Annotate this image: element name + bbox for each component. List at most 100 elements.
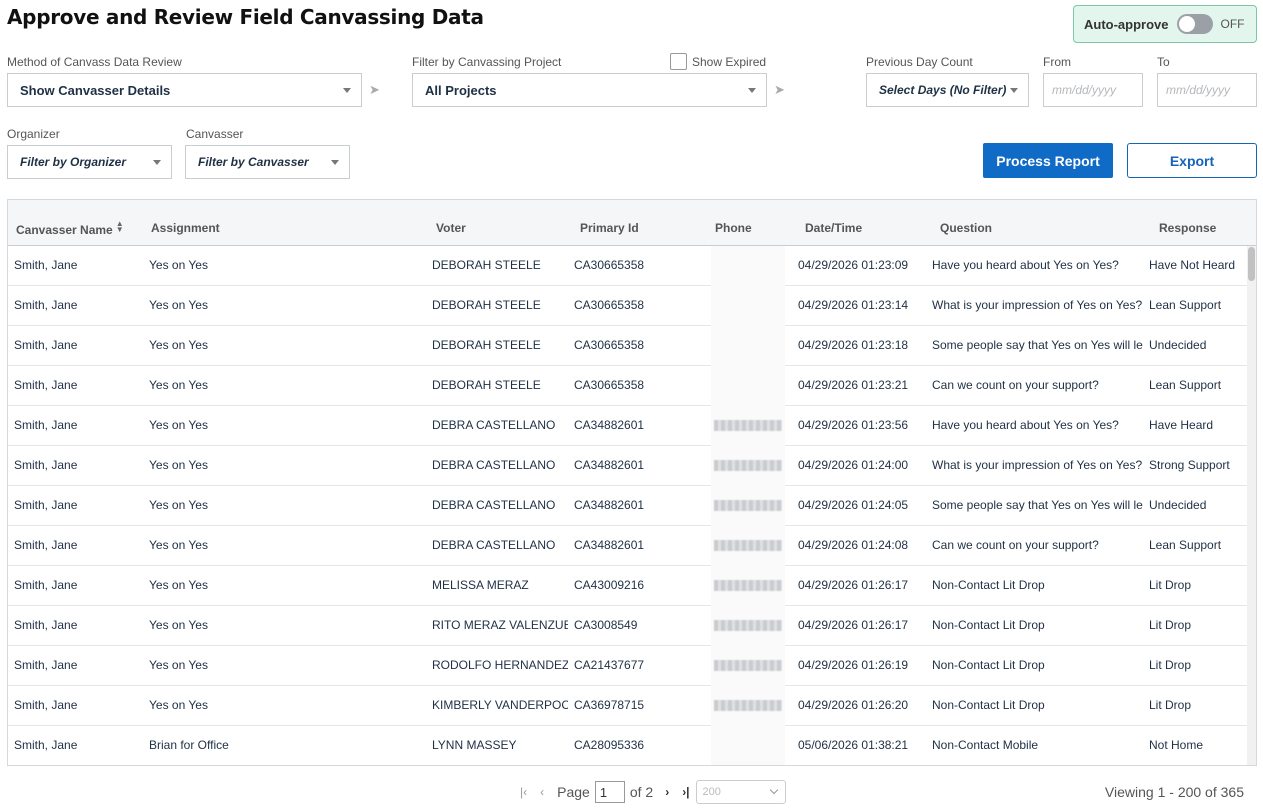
- cell-assignment: Yes on Yes: [149, 618, 208, 632]
- cell-response: Lean Support: [1149, 298, 1222, 312]
- cell-response: Lit Drop: [1149, 658, 1192, 672]
- prev-page-icon[interactable]: ‹: [540, 785, 544, 799]
- table-row[interactable]: Smith, Jane Yes on Yes RODOLFO HERNANDEZ CA…: [8, 646, 1248, 686]
- table-row[interactable]: Smith, Jane Yes on Yes MELISSA MERAZ CA4300…: [8, 566, 1248, 606]
- cell-primary-id: CA28095336: [574, 738, 645, 752]
- cell-question: Non-Contact Lit Drop: [932, 618, 1045, 632]
- project-label: Filter by Canvassing Project: [412, 55, 562, 69]
- cell-voter: DEBRA CASTELLANO: [432, 458, 556, 472]
- last-page-icon[interactable]: ›|: [682, 785, 689, 799]
- column-header-datetime[interactable]: Date/Time: [805, 221, 862, 235]
- column-header-voter[interactable]: Voter: [436, 221, 466, 235]
- cell-assignment: Yes on Yes: [149, 538, 208, 552]
- table-row[interactable]: Smith, Jane Yes on Yes DEBRA CASTELLANO CA3…: [8, 486, 1248, 526]
- cell-assignment: Yes on Yes: [149, 298, 208, 312]
- pin-icon[interactable]: ➤: [774, 82, 785, 98]
- chevron-down-icon: [153, 160, 161, 165]
- page-size-select[interactable]: 200: [695, 780, 786, 804]
- redacted-phone: [714, 580, 782, 591]
- column-header-question[interactable]: Question: [940, 221, 992, 235]
- cell-assignment: Yes on Yes: [149, 498, 208, 512]
- cell-assignment: Yes on Yes: [149, 658, 208, 672]
- cell-response: Lean Support: [1149, 538, 1222, 552]
- grid-header: Canvasser Name ▲ ▼ Assignment Voter Primar…: [8, 200, 1256, 246]
- auto-approve-state: OFF: [1220, 17, 1245, 31]
- auto-approve-label: Auto-approve: [1084, 16, 1169, 32]
- table-row[interactable]: Smith, Jane Yes on Yes DEBORAH STEELE CA306…: [8, 286, 1248, 326]
- cell-primary-id: CA30665358: [574, 298, 645, 312]
- cell-question: Non-Contact Lit Drop: [932, 578, 1045, 592]
- process-report-button[interactable]: Process Report: [983, 143, 1113, 178]
- toggle-knob: [1178, 16, 1195, 32]
- organizer-select[interactable]: Filter by Organizer: [7, 145, 172, 179]
- cell-response: Lit Drop: [1149, 618, 1192, 632]
- table-row[interactable]: Smith, Jane Yes on Yes RITO MERAZ VALENZUE…: [8, 606, 1248, 646]
- scrollbar-thumb[interactable]: [1248, 247, 1255, 281]
- table-row[interactable]: Smith, Jane Yes on Yes DEBRA CASTELLANO CA3…: [8, 526, 1248, 566]
- project-select[interactable]: All Projects: [412, 73, 767, 107]
- table-row[interactable]: Smith, Jane Yes on Yes DEBRA CASTELLANO CA3…: [8, 406, 1248, 446]
- page-number-input[interactable]: 1: [594, 781, 625, 803]
- pin-icon[interactable]: ➤: [369, 82, 380, 98]
- cell-voter: DEBRA CASTELLANO: [432, 498, 556, 512]
- cell-primary-id: CA30665358: [574, 258, 645, 272]
- cell-voter: DEBRA CASTELLANO: [432, 418, 556, 432]
- column-header-phone[interactable]: Phone: [715, 221, 752, 235]
- export-button[interactable]: Export: [1127, 143, 1257, 178]
- column-header-response[interactable]: Response: [1159, 221, 1216, 235]
- cell-datetime: 04/29/2026 01:23:56: [798, 418, 909, 432]
- redacted-phone: [714, 540, 782, 551]
- method-select[interactable]: Show Canvasser Details: [7, 73, 362, 107]
- canvasser-label: Canvasser: [186, 127, 244, 141]
- page-of-label: of 2: [629, 784, 654, 800]
- cell-canvasser-name: Smith, Jane: [14, 338, 78, 352]
- cell-question: Have you heard about Yes on Yes?: [932, 418, 1119, 432]
- cell-question: Non-Contact Mobile: [932, 738, 1039, 752]
- from-date-input[interactable]: mm/dd/yyyy: [1043, 73, 1143, 107]
- pager: |‹ ‹ Page 1 of 2 › ›| 200: [520, 780, 786, 804]
- cell-datetime: 04/29/2026 01:23:09: [798, 258, 909, 272]
- cell-primary-id: CA34882601: [574, 538, 645, 552]
- sort-icon[interactable]: ▲ ▼: [116, 220, 124, 234]
- cell-canvasser-name: Smith, Jane: [14, 258, 78, 272]
- cell-voter: DEBORAH STEELE: [432, 258, 541, 272]
- to-date-input[interactable]: mm/dd/yyyy: [1157, 73, 1257, 107]
- canvasser-select[interactable]: Filter by Canvasser: [185, 145, 350, 179]
- cell-assignment: Yes on Yes: [149, 578, 208, 592]
- column-header-assignment[interactable]: Assignment: [151, 221, 220, 235]
- auto-approve-toggle[interactable]: [1176, 14, 1213, 34]
- first-page-icon[interactable]: |‹: [520, 785, 527, 799]
- cell-datetime: 04/29/2026 01:23:18: [798, 338, 909, 352]
- table-row[interactable]: Smith, Jane Yes on Yes DEBORAH STEELE CA306…: [8, 246, 1248, 286]
- show-expired-checkbox[interactable]: [670, 53, 687, 70]
- from-label: From: [1043, 55, 1071, 69]
- cell-primary-id: CA30665358: [574, 338, 645, 352]
- table-row[interactable]: Smith, Jane Yes on Yes DEBORAH STEELE CA306…: [8, 326, 1248, 366]
- cell-datetime: 04/29/2026 01:26:17: [798, 578, 909, 592]
- cell-datetime: 04/29/2026 01:26:17: [798, 618, 909, 632]
- vertical-scrollbar[interactable]: [1247, 246, 1256, 765]
- canvass-data-grid: Canvasser Name ▲ ▼ Assignment Voter Primar…: [7, 199, 1257, 766]
- previous-day-value: Select Days (No Filter): [879, 83, 1007, 97]
- cell-response: Lit Drop: [1149, 698, 1192, 712]
- cell-response: Have Not Heard: [1149, 258, 1236, 272]
- previous-day-label: Previous Day Count: [866, 55, 973, 69]
- cell-datetime: 04/29/2026 01:26:19: [798, 658, 909, 672]
- table-row[interactable]: Smith, Jane Yes on Yes DEBORAH STEELE CA306…: [8, 366, 1248, 406]
- chevron-down-icon: [331, 160, 339, 165]
- cell-datetime: 04/29/2026 01:26:20: [798, 698, 909, 712]
- organizer-label: Organizer: [7, 127, 60, 141]
- redacted-phone: [714, 620, 782, 631]
- show-expired-checkbox-wrap[interactable]: Show Expired: [670, 53, 766, 70]
- table-row[interactable]: Smith, Jane Yes on Yes DEBRA CASTELLANO CA3…: [8, 446, 1248, 486]
- column-header-canvasser-name[interactable]: Canvasser Name ▲ ▼: [16, 220, 124, 238]
- previous-day-select[interactable]: Select Days (No Filter): [866, 73, 1029, 107]
- next-page-icon[interactable]: ›: [665, 785, 669, 799]
- cell-canvasser-name: Smith, Jane: [14, 458, 78, 472]
- column-header-primary-id[interactable]: Primary Id: [580, 221, 639, 235]
- cell-primary-id: CA34882601: [574, 498, 645, 512]
- table-row[interactable]: Smith, Jane Yes on Yes KIMBERLY VANDERPOC C…: [8, 686, 1248, 726]
- cell-response: Lean Support: [1149, 378, 1222, 392]
- table-row[interactable]: Smith, Jane Brian for Office LYNN MASSEY CA…: [8, 726, 1248, 765]
- cell-voter: LYNN MASSEY: [432, 738, 517, 752]
